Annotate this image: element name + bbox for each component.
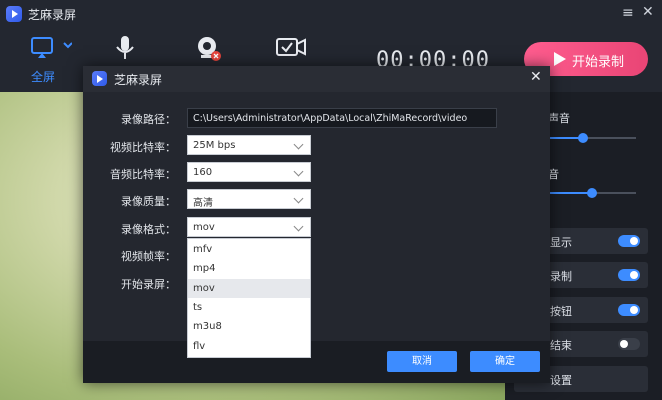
button-toggle[interactable]: [618, 304, 640, 316]
audio2-slider-fill: [548, 192, 592, 194]
show-toggle[interactable]: [618, 235, 640, 247]
format-value: mov: [193, 222, 215, 233]
video-camera-icon: [276, 38, 306, 56]
row-label: 结束: [550, 339, 572, 352]
record-toggle[interactable]: [618, 269, 640, 281]
path-input[interactable]: C:\Users\Administrator\AppData\Local\Zhi…: [187, 108, 497, 128]
app-logo-icon: [6, 6, 22, 22]
path-label: 录像路径：: [121, 113, 176, 126]
format-dropdown: mfv mp4 mov ts m3u8 flv: [187, 238, 311, 358]
row-label: 显示: [550, 236, 572, 249]
ok-button[interactable]: 确定: [470, 351, 540, 372]
quality-value: 高清: [193, 198, 213, 209]
webcam-icon: [198, 37, 221, 61]
audio1-slider[interactable]: [548, 133, 636, 143]
video-bitrate-select[interactable]: 25M bps: [187, 135, 311, 155]
audio1-label: 声音: [548, 112, 570, 125]
menu-icon[interactable]: ≡: [622, 5, 634, 21]
close-window-icon[interactable]: ✕: [642, 4, 654, 20]
chevron-down-icon: [293, 193, 304, 204]
audio2-slider[interactable]: [548, 188, 636, 198]
video-bitrate-label: 视频比特率：: [110, 141, 176, 154]
start-recording-shortcut-label: 开始录屏：: [121, 278, 176, 291]
camera-record-button[interactable]: [272, 34, 312, 64]
monitor-icon: [31, 37, 73, 58]
video-bitrate-value: 25M bps: [193, 140, 236, 151]
cancel-button[interactable]: 取消: [387, 351, 457, 372]
framerate-label: 视频帧率：: [121, 250, 176, 263]
dialog-header: 芝麻录屏 ✕: [83, 66, 550, 92]
audio-bitrate-label: 音频比特率：: [110, 168, 176, 181]
app-title: 芝麻录屏: [28, 8, 77, 22]
audio2-slider-knob[interactable]: [587, 188, 597, 198]
dialog-close-icon[interactable]: ✕: [530, 69, 542, 85]
row-label: 录制: [550, 270, 572, 283]
title-bar: 芝麻录屏 ≡ ✕: [0, 0, 662, 28]
microphone-button[interactable]: [105, 34, 145, 64]
app-logo-icon: [92, 71, 107, 86]
fullscreen-label[interactable]: 全屏: [31, 68, 55, 85]
chevron-down-icon: [293, 166, 304, 177]
format-select[interactable]: mov: [187, 217, 311, 237]
format-option[interactable]: m3u8: [188, 317, 310, 336]
format-option[interactable]: ts: [188, 298, 310, 317]
audio-bitrate-select[interactable]: 160: [187, 162, 311, 182]
start-recording-label: 开始录制: [572, 55, 625, 70]
chevron-down-icon: [293, 221, 304, 232]
format-option-selected[interactable]: mov: [188, 279, 310, 298]
format-option[interactable]: mfv: [188, 240, 310, 259]
quality-select[interactable]: 高清: [187, 189, 311, 209]
play-icon: [554, 52, 566, 66]
fullscreen-mode-button[interactable]: [28, 34, 73, 64]
microphone-icon: [116, 36, 134, 59]
webcam-button[interactable]: [188, 34, 228, 64]
format-option[interactable]: mp4: [188, 259, 310, 278]
format-label: 录像格式：: [121, 223, 176, 236]
dialog-body: [83, 92, 550, 383]
dialog-title: 芝麻录屏: [114, 73, 163, 87]
row-label: 设置: [550, 374, 572, 387]
format-option[interactable]: flv: [188, 337, 310, 356]
chevron-down-icon: [293, 139, 304, 150]
audio-bitrate-value: 160: [193, 167, 213, 178]
quality-label: 录像质量：: [121, 195, 176, 208]
end-toggle[interactable]: [618, 338, 640, 350]
row-label: 按钮: [550, 305, 572, 318]
